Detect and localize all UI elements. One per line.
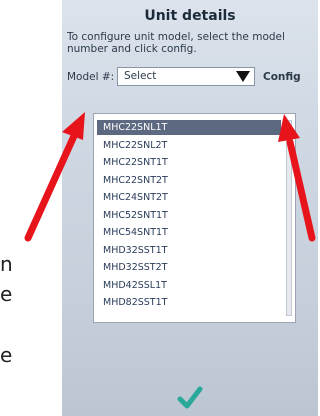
device-screen: Unit details To configure unit model, se… — [62, 0, 318, 416]
model-number-select[interactable]: Select — [117, 67, 255, 86]
list-item[interactable]: MHC22SNT2T — [97, 173, 281, 188]
select-value: Select — [124, 70, 157, 82]
list-item[interactable]: MHD32SST1T — [97, 243, 281, 258]
list-item[interactable]: MHC22SNT1T — [97, 155, 281, 170]
side-text-fragment: e — [0, 282, 13, 306]
dropdown-arrow-icon[interactable] — [236, 71, 250, 82]
list-item[interactable]: MHD82SST1T — [97, 295, 281, 310]
list-item[interactable]: MHC22SNL1T — [97, 120, 281, 135]
list-item[interactable]: MHC54SNT1T — [97, 225, 281, 240]
config-button[interactable]: Config — [263, 71, 301, 83]
list-scrollbar[interactable] — [286, 120, 292, 316]
list-item[interactable]: MHD32SST2T — [97, 260, 281, 275]
instructions-text: To configure unit model, select the mode… — [67, 31, 285, 55]
checkmark-icon — [177, 386, 203, 409]
list-item[interactable]: MHD42SSL1T — [97, 278, 281, 293]
list-item[interactable]: MHC22SNL2T — [97, 138, 281, 153]
list-item[interactable]: MHC24SNT2T — [97, 190, 281, 205]
confirm-button[interactable] — [170, 383, 210, 413]
model-number-label: Model #: — [67, 71, 115, 83]
side-text-fragment: n — [0, 252, 13, 276]
model-options-list: MHC22SNL1T MHC22SNL2T MHC22SNT1T MHC22SNT2T… — [93, 113, 296, 323]
side-text-fragment: e — [0, 343, 13, 367]
list-item[interactable]: MHC52SNT1T — [97, 208, 281, 223]
page-title: Unit details — [144, 8, 236, 24]
